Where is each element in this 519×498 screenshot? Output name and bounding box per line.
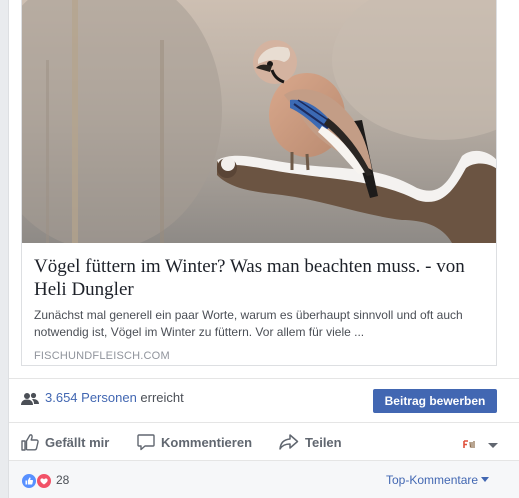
- reach-bar: 3.654 Personen erreicht Beitrag bewerben: [9, 378, 519, 422]
- reaction-count[interactable]: 28: [56, 473, 69, 487]
- comment-button[interactable]: Kommentieren: [137, 431, 252, 453]
- reach-count[interactable]: 3.654 Personen: [45, 390, 137, 405]
- share-arrow-icon: [279, 434, 299, 450]
- thumbs-up-icon: [21, 434, 39, 451]
- link-preview[interactable]: Vögel füttern im Winter? Was man beachte…: [21, 0, 497, 366]
- preview-image[interactable]: [22, 0, 497, 243]
- preview-domain: FISCHUNDFLEISCH.COM: [34, 350, 170, 362]
- page-avatar-icon: [461, 438, 477, 452]
- preview-title[interactable]: Vögel füttern im Winter? Was man beachte…: [34, 255, 486, 301]
- audience-selector[interactable]: [461, 434, 505, 456]
- reaction-icons[interactable]: [21, 473, 53, 489]
- boost-post-button[interactable]: Beitrag bewerben: [373, 389, 497, 413]
- action-bar: Gefällt mir Kommentieren Teilen: [9, 422, 519, 460]
- share-label: Teilen: [305, 434, 342, 450]
- reactions-bar: 28 Top-Kommentare: [9, 460, 519, 498]
- comment-icon: [137, 434, 155, 451]
- like-label: Gefällt mir: [45, 434, 110, 450]
- chevron-down-icon: [488, 443, 498, 448]
- people-icon: [21, 392, 39, 405]
- share-button[interactable]: Teilen: [279, 431, 342, 453]
- like-button[interactable]: Gefällt mir: [21, 431, 109, 453]
- reach-text: 3.654 Personen erreicht: [45, 390, 184, 405]
- top-comments-label: Top-Kommentare: [386, 473, 479, 487]
- like-reaction-icon: [21, 473, 37, 489]
- post-card: Vögel füttern im Winter? Was man beachte…: [8, 0, 519, 498]
- caret-down-icon: [481, 477, 490, 482]
- reach-suffix: erreicht: [140, 390, 184, 405]
- love-reaction-icon: [36, 473, 52, 489]
- top-comments-dropdown[interactable]: Top-Kommentare: [386, 473, 490, 487]
- comment-label: Kommentieren: [161, 434, 253, 450]
- preview-description: Zunächst mal generell ein paar Worte, wa…: [34, 308, 463, 339]
